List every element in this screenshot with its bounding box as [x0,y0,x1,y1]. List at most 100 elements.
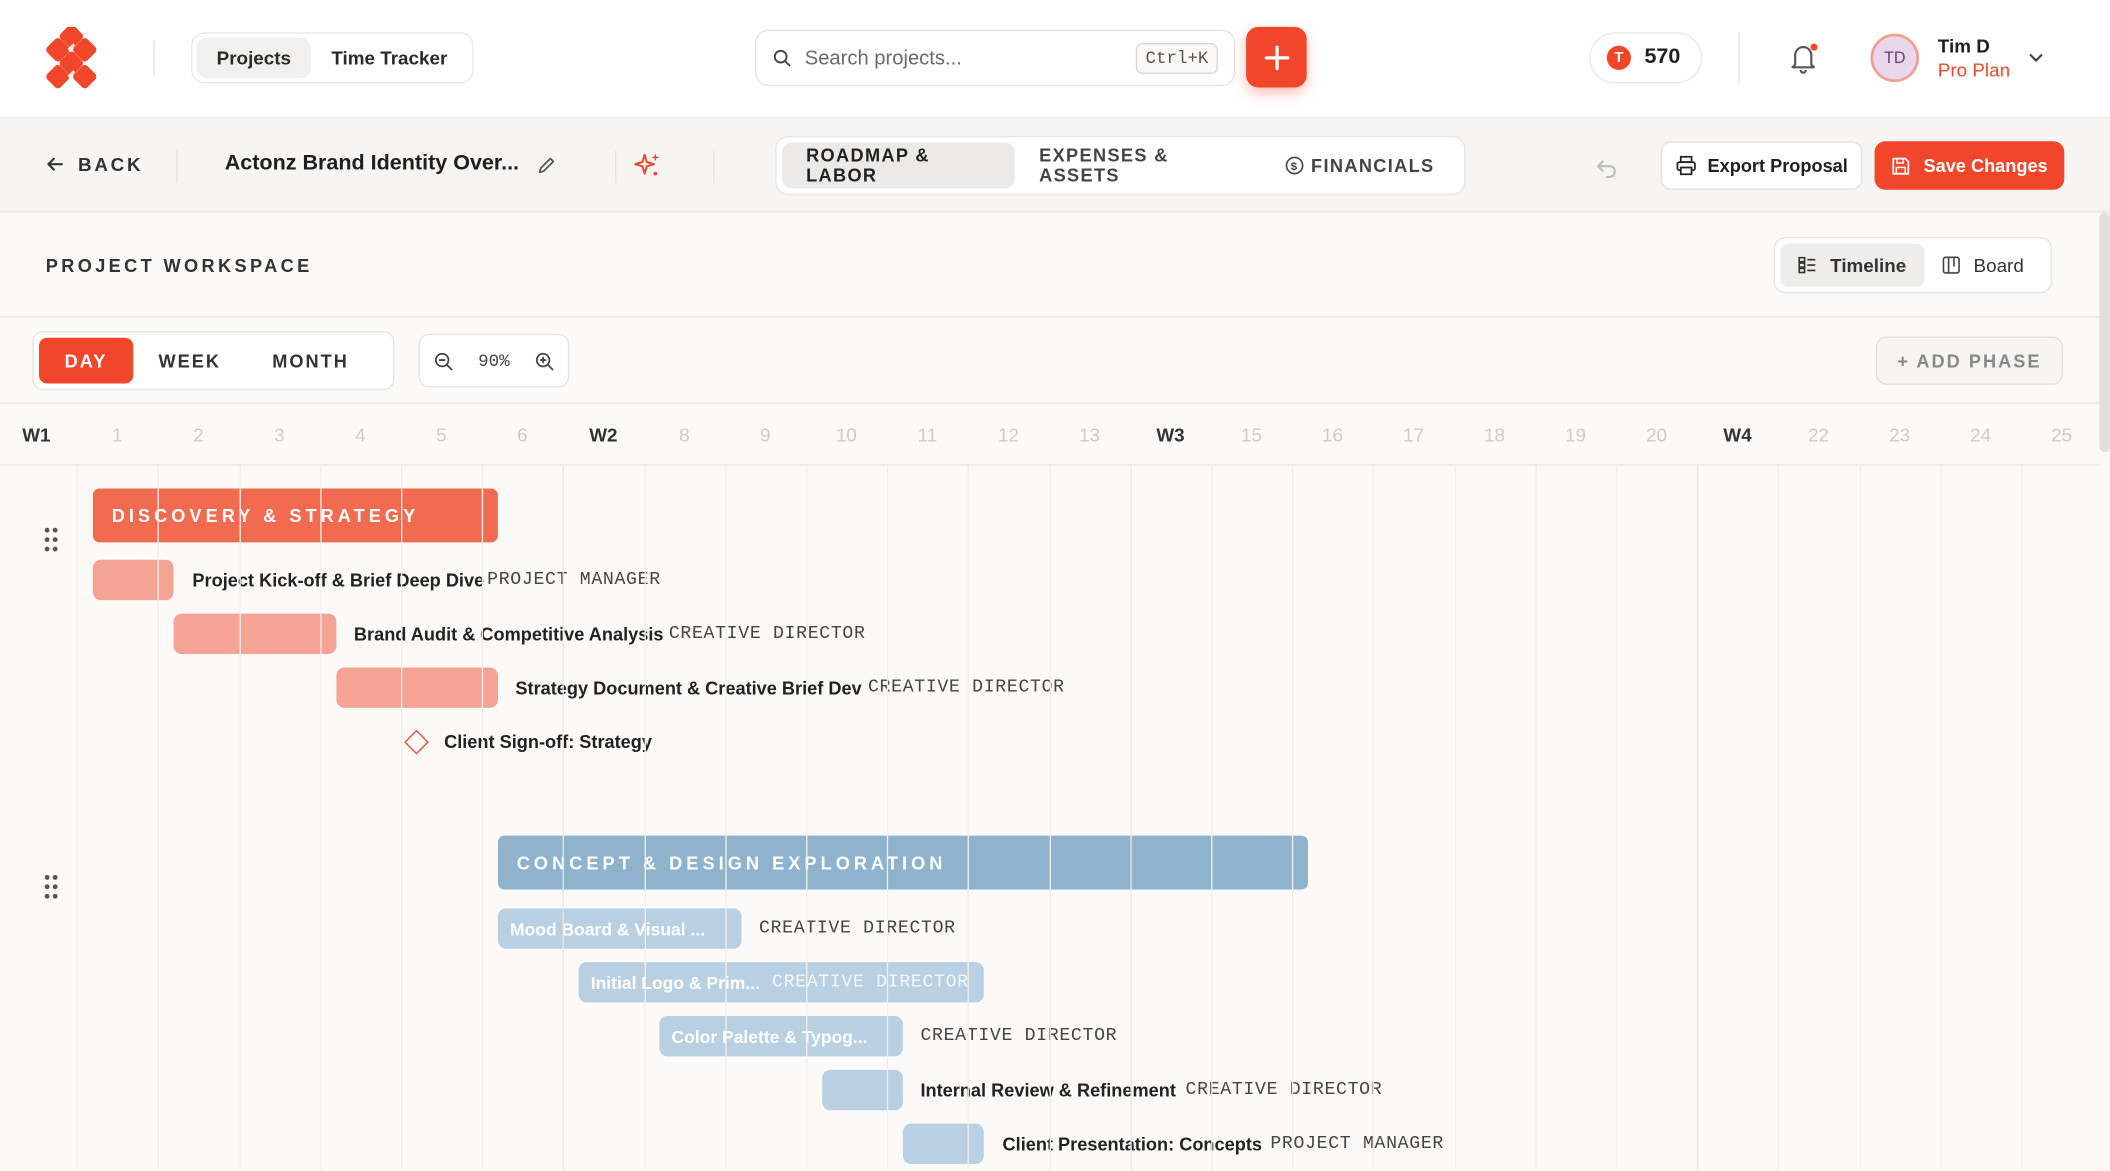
scale-month[interactable]: MONTH [247,338,375,384]
token-balance[interactable]: T 570 [1589,32,1703,84]
day-label: 9 [760,423,771,446]
milestone-icon[interactable] [404,729,429,755]
user-name: Tim D [1937,34,1990,57]
main-nav: Projects Time Tracker [191,32,474,84]
day-label: 1 [112,423,123,446]
avatar[interactable]: TD [1870,33,1919,83]
save-changes-button[interactable]: Save Changes [1874,141,2065,190]
tab-roadmap-labor[interactable]: ROADMAP & LABOR [781,142,1015,189]
timeline-icon [1798,256,1816,274]
create-button[interactable] [1246,26,1307,88]
project-toolbar: BACK Actonz Brand Identity Over... ROADM… [0,118,2110,213]
zoom-control: 90% [418,333,570,388]
project-tabs: ROADMAP & LABOR EXPENSES & ASSETS $ FINA… [775,135,1466,196]
grid-line [563,465,565,1171]
view-toggle: Timeline Board [1773,236,2053,294]
task-bar[interactable] [92,559,174,601]
task-role: CREATIVE DIRECTOR [668,623,866,644]
scale-day[interactable]: DAY [39,337,133,384]
bell-icon[interactable] [1786,40,1821,75]
day-label: 16 [1322,423,1343,446]
save-label: Save Changes [1923,155,2048,176]
sparkle-icon[interactable] [632,151,662,181]
scale-week[interactable]: WEEK [133,338,247,384]
task-bar[interactable] [822,1069,903,1111]
back-button[interactable]: BACK [46,153,144,175]
day-label: 11 [917,423,938,446]
phase-bar[interactable]: CONCEPT & DESIGN EXPLORATION [497,835,1309,890]
task-bar[interactable] [336,667,498,708]
task-bar[interactable] [902,1123,984,1165]
export-proposal-button[interactable]: Export Proposal [1660,141,1863,190]
week-label: W2 [589,423,618,446]
day-label: 4 [355,423,366,446]
phase-bar[interactable]: DISCOVERY & STRATEGY [92,488,498,543]
search-input[interactable]: Search projects... Ctrl+K [754,29,1236,87]
drag-handle-icon[interactable] [43,526,59,553]
pencil-icon[interactable] [536,155,558,177]
day-label: 25 [2051,423,2073,446]
grid-line [482,465,484,1171]
time-scale-toggle: DAY WEEK MONTH [32,331,395,391]
task-label: Client Presentation: Concepts [1002,1133,1262,1154]
task-bar[interactable] [173,613,337,655]
nav-projects[interactable]: Projects [196,37,312,79]
task-bar[interactable]: Initial Logo & Prim... CREATIVE DIRECTOR [578,962,984,1003]
zoom-in-icon[interactable] [534,351,554,371]
day-label: 2 [193,423,204,446]
zoom-out-icon[interactable] [433,351,453,371]
tab-financials[interactable]: $ FINANCIALS [1261,143,1458,189]
search-placeholder: Search projects... [804,46,962,70]
top-bar: Projects Time Tracker Search projects...… [0,0,2110,119]
task-bar[interactable]: Mood Board & Visual ... [497,908,742,949]
grid-line [887,465,889,1171]
divider [176,150,178,184]
nav-time-tracker[interactable]: Time Tracker [311,38,467,78]
save-icon [1892,157,1910,174]
logo-icon[interactable] [40,26,107,92]
week-label: W1 [22,423,51,446]
plus-icon [1264,44,1289,70]
view-board[interactable]: Board [1924,244,2042,287]
grid-line [1697,465,1699,1171]
add-phase-button[interactable]: + ADD PHASE [1875,336,2063,385]
tab-expenses-assets[interactable]: EXPENSES & ASSETS [1015,143,1261,189]
task-role: CREATIVE DIRECTOR [867,677,1065,698]
chevron-down-icon[interactable] [2027,48,2046,67]
grid-line [1940,465,1942,1171]
grid-line [76,465,79,1171]
task-bar[interactable]: Color Palette & Typog... [659,1016,903,1057]
board-icon [1942,256,1960,274]
day-label: 10 [835,423,857,446]
drag-handle-icon[interactable] [43,873,59,900]
timeline-controls: DAY WEEK MONTH 90% + ADD PHASE [0,318,2100,404]
dollar-circle-icon: $ [1286,156,1304,175]
svg-text:$: $ [1291,161,1299,173]
grid-line [644,465,646,1171]
token-value: 570 [1644,45,1681,69]
day-label: 5 [436,423,447,446]
task-role: CREATIVE DIRECTOR [771,972,969,993]
grid-line [1859,465,1861,1171]
grid-line [1535,465,1537,1171]
grid-line [1049,465,1051,1171]
user-plan: Pro Plan [1937,59,2011,81]
grid-line [806,465,808,1171]
task-role: CREATIVE DIRECTOR [1185,1079,1383,1101]
grid-line [968,465,970,1171]
day-label: 15 [1241,423,1262,446]
grid-line [401,465,403,1171]
printer-icon [1676,155,1696,176]
back-label: BACK [78,153,144,175]
workspace-header: PROJECT WORKSPACE Timeline Board [0,213,2100,318]
view-timeline[interactable]: Timeline [1780,243,1924,287]
arrow-left-icon [47,157,63,171]
divider [614,150,617,184]
grid-line [157,465,160,1171]
workspace-title: PROJECT WORKSPACE [45,255,313,276]
day-label: 23 [1889,423,1911,446]
day-label: 8 [679,423,690,446]
undo-icon[interactable] [1595,155,1619,179]
day-label: 18 [1484,423,1505,446]
week-label: W4 [1723,423,1752,446]
